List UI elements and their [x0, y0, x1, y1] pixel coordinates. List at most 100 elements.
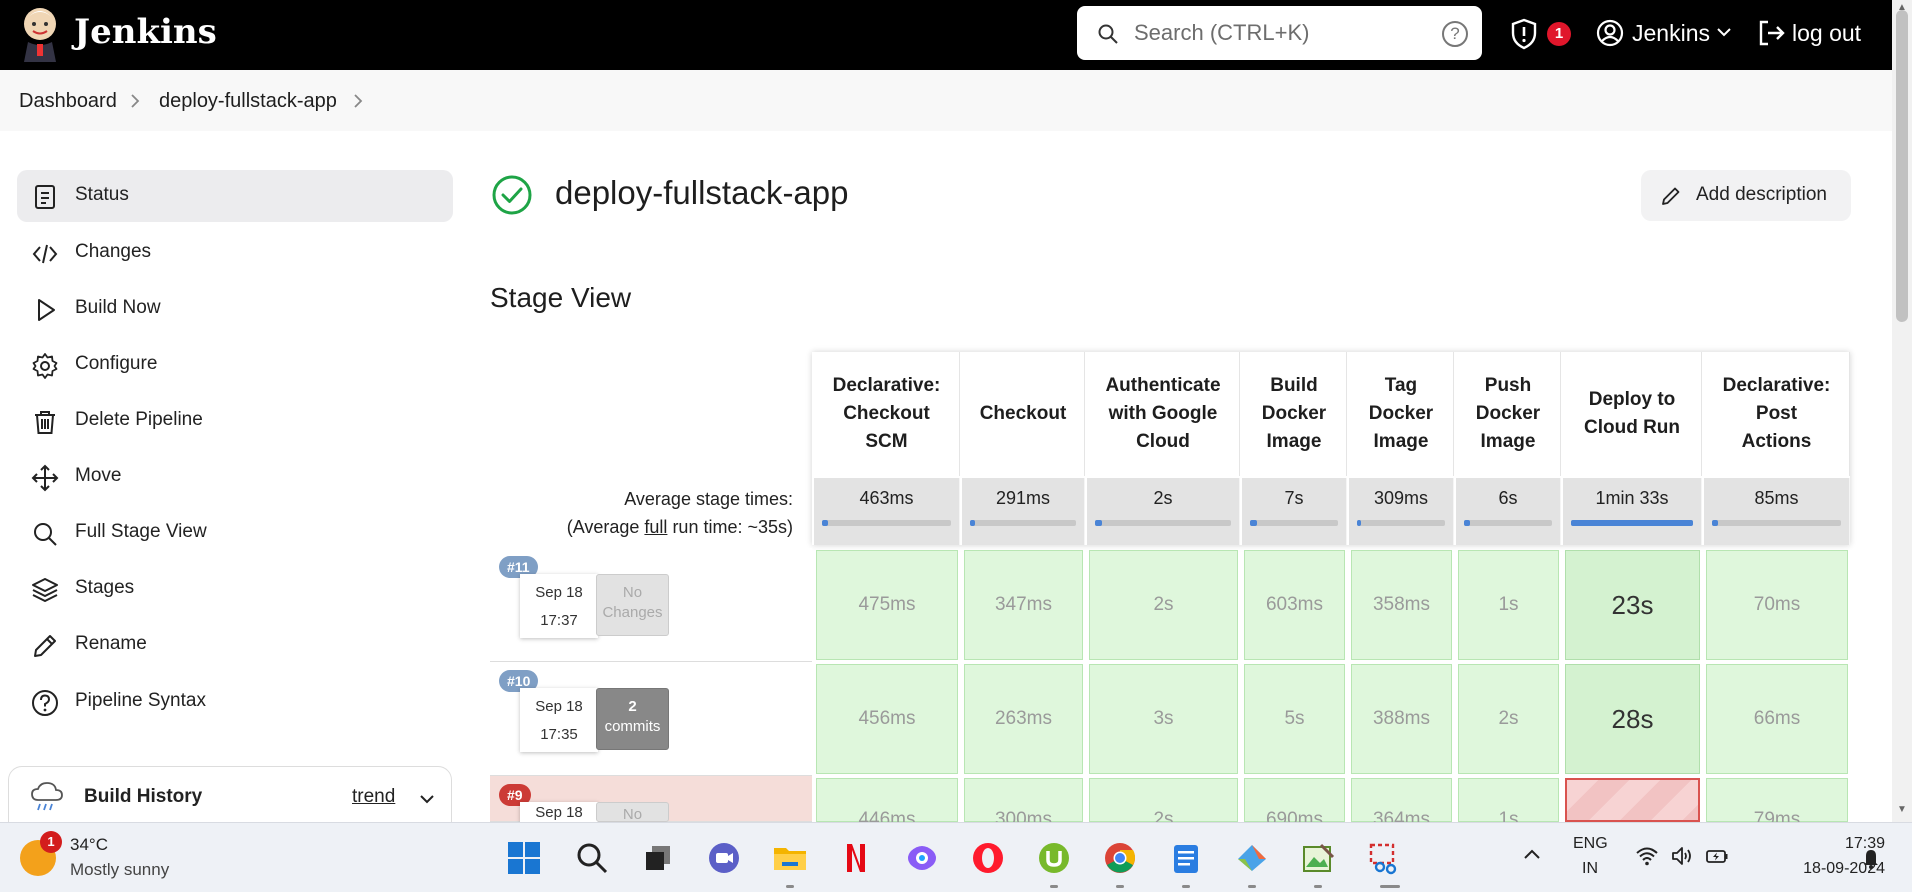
sidebar-item-full-stage-view[interactable]: Full Stage View [17, 507, 453, 559]
build-changes[interactable]: 2 commits [596, 688, 669, 750]
wifi-icon[interactable] [1635, 845, 1659, 867]
add-description-button[interactable]: Add description [1641, 170, 1851, 221]
sidebar-item-build-now[interactable]: Build Now [17, 283, 453, 335]
sidebar-item-rename[interactable]: Rename [17, 619, 453, 671]
stage-cell[interactable]: 690ms [1244, 778, 1345, 830]
stage-cell[interactable]: 2s [1089, 550, 1238, 660]
scrollbar-thumb[interactable] [1896, 10, 1908, 322]
language-indicator[interactable]: ENG [1573, 835, 1608, 853]
sidebar-item-changes[interactable]: Changes [17, 227, 453, 279]
build-date[interactable]: Sep 18 17:35 [520, 688, 598, 752]
utorrent-icon[interactable] [1034, 838, 1074, 878]
meet-icon[interactable] [704, 838, 744, 878]
stage-header-line: Build [1270, 375, 1318, 396]
stage-cell[interactable]: 2s [1458, 664, 1559, 774]
stage-header-line: Image [1373, 431, 1429, 452]
logout-link[interactable]: log out [1792, 20, 1861, 47]
snipping-tool-icon[interactable] [1364, 838, 1404, 878]
average-time-value: 309ms [1373, 488, 1429, 508]
chevron-down-icon[interactable] [419, 793, 435, 805]
brand-name[interactable]: Jenkins [74, 12, 217, 52]
stage-cell[interactable]: 475ms [816, 550, 958, 660]
stage-cell[interactable]: 2s [1089, 778, 1238, 830]
stage-header-line: Image [1480, 431, 1536, 452]
build-date[interactable]: Sep 18 [520, 802, 598, 822]
stage-cell[interactable]: 388ms [1351, 664, 1452, 774]
stage-cell[interactable]: 263ms [964, 664, 1083, 774]
user-icon[interactable] [1596, 19, 1624, 47]
weather-description[interactable]: Mostly sunny [70, 860, 169, 880]
average-time-bar [970, 520, 1076, 526]
stage-cell[interactable]: 603ms [1244, 550, 1345, 660]
stage-header-line: Image [1266, 431, 1322, 452]
stage-cell[interactable]: 1s [1458, 550, 1559, 660]
windows-start-icon[interactable] [504, 838, 544, 878]
stage-cell[interactable]: 66ms [1706, 664, 1848, 774]
logout-icon[interactable] [1756, 18, 1786, 48]
language-region[interactable]: IN [1582, 860, 1598, 878]
file-explorer-icon[interactable] [770, 838, 810, 878]
sidebar-item-status[interactable]: Status [17, 170, 453, 222]
stage-cell[interactable]: 23s [1565, 550, 1700, 660]
notepad-icon[interactable] [1166, 838, 1206, 878]
build-changes[interactable]: No Changes [596, 574, 669, 636]
battery-icon[interactable] [1705, 845, 1729, 867]
trend-link[interactable]: trend [352, 786, 395, 808]
volume-icon[interactable] [1670, 845, 1694, 867]
chevron-right-icon[interactable] [351, 92, 365, 110]
notification-badge[interactable]: 1 [1547, 22, 1571, 46]
sidebar-item-stages[interactable]: Stages [17, 563, 453, 615]
temperature[interactable]: 34°C [70, 835, 108, 855]
breadcrumb-dashboard[interactable]: Dashboard [19, 90, 117, 113]
help-icon[interactable]: ? [1442, 21, 1468, 47]
stage-header-text: Deploy to Cloud Run [1584, 386, 1680, 442]
changes-line: No [622, 584, 643, 601]
chevron-down-icon[interactable] [1716, 26, 1732, 38]
stage-header-line: Actions [1741, 431, 1812, 452]
stage-cell[interactable]: 70ms [1706, 550, 1848, 660]
chrome-icon[interactable] [1100, 838, 1140, 878]
sidebar-item-delete-pipeline[interactable]: Delete Pipeline [17, 395, 453, 447]
stage-cell[interactable]: 3s [1089, 664, 1238, 774]
jenkins-logo[interactable] [18, 4, 62, 62]
average-time-bar [1464, 520, 1552, 526]
stage-cell[interactable]: 347ms [964, 550, 1083, 660]
task-view-icon[interactable] [638, 838, 678, 878]
photo-editor-icon[interactable] [1298, 838, 1338, 878]
stage-cell[interactable] [1565, 778, 1700, 822]
sidebar-item-pipeline-syntax[interactable]: Pipeline Syntax [17, 676, 453, 728]
stage-cell[interactable]: 456ms [816, 664, 958, 774]
average-stage-time: 463ms [814, 478, 960, 545]
full-run-link[interactable]: full [644, 517, 667, 537]
status-icon [35, 185, 55, 209]
breadcrumb-project[interactable]: deploy-fullstack-app [159, 90, 337, 113]
search-box[interactable]: ? [1077, 6, 1482, 60]
scroll-down-arrow-icon[interactable]: ▼ [1897, 804, 1907, 815]
build-date[interactable]: Sep 18 17:37 [520, 574, 598, 638]
average-stage-time: 85ms [1704, 478, 1850, 545]
stage-cell[interactable]: 1s [1458, 778, 1559, 830]
security-shield-icon[interactable] [1510, 18, 1538, 50]
vertical-scrollbar[interactable]: ▲ ▼ [1892, 0, 1912, 822]
build-changes[interactable]: No [596, 802, 669, 822]
copilot-icon[interactable] [902, 838, 942, 878]
stage-cell[interactable]: 300ms [964, 778, 1083, 830]
user-menu[interactable]: Jenkins [1632, 20, 1710, 47]
stage-cell[interactable]: 5s [1244, 664, 1345, 774]
stage-cell[interactable]: 28s [1565, 664, 1700, 774]
notification-bell-icon[interactable] [1862, 847, 1880, 869]
stage-cell[interactable]: 364ms [1351, 778, 1452, 830]
sidebar-item-move[interactable]: Move [17, 451, 453, 503]
search-icon[interactable] [572, 838, 612, 878]
stage-cell[interactable]: 446ms [816, 778, 958, 830]
stage-header-line: Post [1755, 403, 1798, 424]
chevron-up-icon[interactable] [1523, 847, 1541, 861]
opera-icon[interactable] [968, 838, 1008, 878]
stage-cell[interactable]: 79ms [1706, 778, 1848, 830]
paint-icon[interactable] [1232, 838, 1272, 878]
search-input[interactable] [1132, 16, 1422, 50]
stage-cell[interactable]: 358ms [1351, 550, 1452, 660]
average-time-bar [1250, 520, 1338, 526]
sidebar-item-configure[interactable]: Configure [17, 339, 453, 391]
netflix-icon[interactable] [836, 838, 876, 878]
